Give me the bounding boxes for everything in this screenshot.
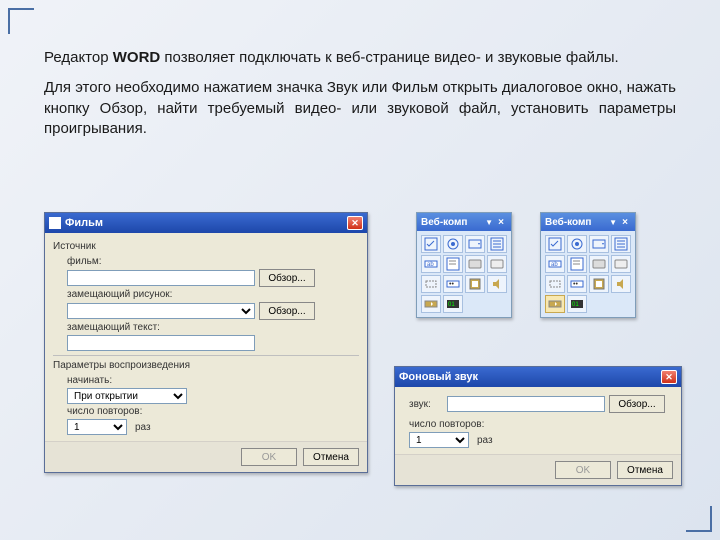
wc-tool-list-icon[interactable]: [611, 235, 631, 253]
wc-tool-list-icon[interactable]: [487, 235, 507, 253]
svg-text:01: 01: [448, 302, 455, 308]
chevron-down-icon[interactable]: ▼: [609, 218, 617, 227]
film-label-repeat: число повторов:: [67, 406, 142, 417]
wc2-title[interactable]: Веб-комп ▼ ×: [541, 213, 635, 231]
sound-titlebar[interactable]: Фоновый звук ✕: [395, 367, 681, 387]
close-icon[interactable]: ✕: [347, 216, 363, 230]
film-label-image: замещающий рисунок:: [67, 289, 172, 300]
wc-tool-textarea-icon[interactable]: [567, 255, 587, 273]
wc1-grid: ab •• 01: [417, 231, 511, 317]
sound-browse-button[interactable]: Обзор...: [609, 395, 665, 413]
wc-tool-film-icon[interactable]: [465, 275, 485, 293]
wc-tool-reset-icon[interactable]: [611, 255, 631, 273]
film-combo-image[interactable]: [67, 303, 255, 319]
svg-text:ab: ab: [551, 262, 558, 268]
film-label-start: начинать:: [67, 375, 112, 386]
film-label-film: фильм:: [67, 256, 102, 267]
svg-text:••: ••: [449, 281, 454, 288]
sound-select-repeat[interactable]: 1: [409, 432, 469, 448]
film-select-repeat[interactable]: 1: [67, 419, 127, 435]
sound-title: Фоновый звук: [399, 371, 661, 383]
film-select-start[interactable]: При открытии: [67, 388, 187, 404]
wc-tool-empty: [465, 295, 485, 313]
dialog-film: Фильм ✕ Источник фильм: Обзор... замещаю…: [44, 212, 368, 473]
intro-paragraph-1: Редактор WORD позволяет подключать к веб…: [44, 48, 676, 68]
close-icon[interactable]: ×: [495, 216, 507, 228]
sound-label-sound: звук:: [409, 399, 443, 410]
sound-input-sound[interactable]: [447, 396, 605, 412]
film-cancel-button[interactable]: Отмена: [303, 448, 359, 466]
wc-tool-dropdown-icon[interactable]: [465, 235, 485, 253]
wc-tool-checkbox-icon[interactable]: [421, 235, 441, 253]
wc2-title-text: Веб-комп: [545, 217, 607, 228]
intro-paragraph-2: Для этого необходимо нажатием значка Зву…: [44, 78, 676, 139]
sound-button-row: OK Отмена: [395, 454, 681, 485]
film-ok-button[interactable]: OK: [241, 448, 297, 466]
film-group-source: Источник: [53, 241, 359, 252]
wc1-title[interactable]: Веб-комп ▼ ×: [417, 213, 511, 231]
wc-tool-sound-icon[interactable]: [611, 275, 631, 293]
close-icon[interactable]: ×: [619, 216, 631, 228]
close-icon[interactable]: ✕: [661, 370, 677, 384]
wc-tool-reset-icon[interactable]: [487, 255, 507, 273]
wc-tool-counter-icon[interactable]: 01: [567, 295, 587, 313]
wc-tool-dropdown-icon[interactable]: [589, 235, 609, 253]
intro-p1a: Редактор: [44, 49, 113, 66]
film-title: Фильм: [65, 217, 347, 229]
wc-tool-textarea-icon[interactable]: [443, 255, 463, 273]
wc-tool-hidden-icon[interactable]: [421, 275, 441, 293]
sound-ok-button[interactable]: OK: [555, 461, 611, 479]
wc-tool-submit-icon[interactable]: [465, 255, 485, 273]
film-titlebar[interactable]: Фильм ✕: [45, 213, 367, 233]
svg-text:••: ••: [573, 281, 578, 288]
web-components-toolbar-2[interactable]: Веб-комп ▼ × ab •• 01: [540, 212, 636, 318]
wc-tool-marquee-icon[interactable]: [545, 295, 565, 313]
wc-tool-counter-icon[interactable]: 01: [443, 295, 463, 313]
dialog-sound: Фоновый звук ✕ звук: Обзор... число повт…: [394, 366, 682, 486]
film-group-play: Параметры воспроизведения: [53, 360, 359, 371]
wc-tool-submit-icon[interactable]: [589, 255, 609, 273]
wc1-title-text: Веб-комп: [421, 217, 483, 228]
film-label-text: замещающий текст:: [67, 322, 160, 333]
film-browse-film-button[interactable]: Обзор...: [259, 269, 315, 287]
wc-tool-empty: [611, 295, 631, 313]
wc-tool-radio-icon[interactable]: [443, 235, 463, 253]
wc-tool-hidden-icon[interactable]: [545, 275, 565, 293]
wc-tool-empty: [487, 295, 507, 313]
film-input-text[interactable]: [67, 335, 255, 351]
film-title-icon: [49, 217, 61, 229]
wc-tool-empty: [589, 295, 609, 313]
intro-p1c: позволяет подключать к веб-странице виде…: [160, 49, 618, 66]
film-repeat-unit: раз: [135, 422, 151, 433]
sound-cancel-button[interactable]: Отмена: [617, 461, 673, 479]
wc-tool-checkbox-icon[interactable]: [545, 235, 565, 253]
sound-label-repeat: число повторов:: [409, 419, 484, 430]
wc-tool-textbox-icon[interactable]: ab: [421, 255, 441, 273]
wc2-grid: ab •• 01: [541, 231, 635, 317]
wc-tool-marquee-icon[interactable]: [421, 295, 441, 313]
wc-tool-password-icon[interactable]: ••: [443, 275, 463, 293]
film-button-row: OK Отмена: [45, 441, 367, 472]
film-divider: [53, 355, 359, 356]
sound-repeat-unit: раз: [477, 435, 493, 446]
svg-text:01: 01: [572, 302, 579, 308]
wc-tool-radio-icon[interactable]: [567, 235, 587, 253]
intro-p1b: WORD: [113, 49, 161, 66]
film-input-film[interactable]: [67, 270, 255, 286]
intro-text: Редактор WORD позволяет подключать к веб…: [44, 48, 676, 149]
svg-text:ab: ab: [427, 262, 434, 268]
wc-tool-film-icon[interactable]: [589, 275, 609, 293]
chevron-down-icon[interactable]: ▼: [485, 218, 493, 227]
film-browse-image-button[interactable]: Обзор...: [259, 302, 315, 320]
wc-tool-sound-icon[interactable]: [487, 275, 507, 293]
wc-tool-textbox-icon[interactable]: ab: [545, 255, 565, 273]
web-components-toolbar-1[interactable]: Веб-комп ▼ × ab •• 01: [416, 212, 512, 318]
slide-corner-tl: [8, 8, 34, 34]
slide-corner-br: [686, 506, 712, 532]
wc-tool-password-icon[interactable]: ••: [567, 275, 587, 293]
